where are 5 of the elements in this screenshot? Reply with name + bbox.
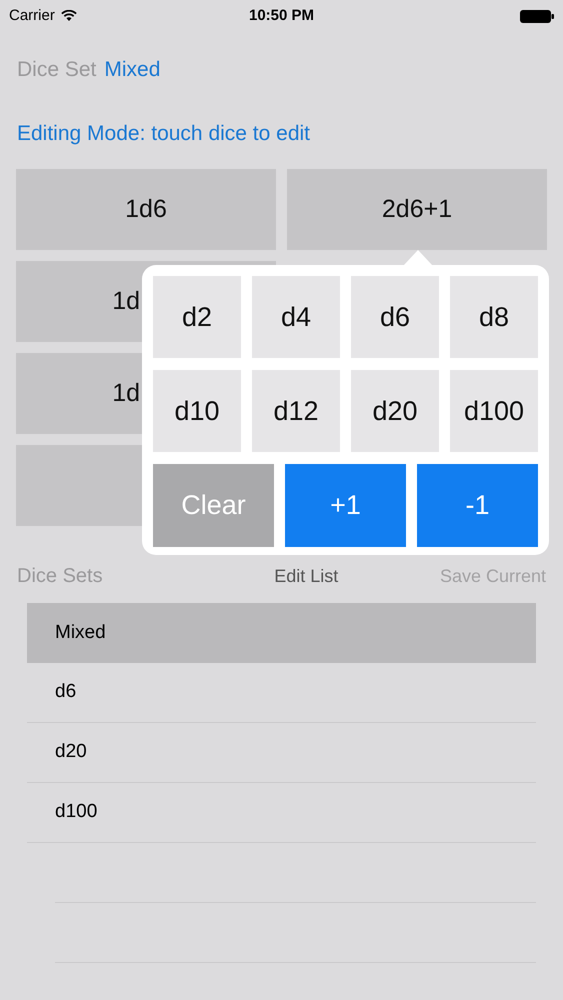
- section-title: Dice Sets: [17, 564, 103, 589]
- dice-set-label: Dice Set: [17, 57, 96, 83]
- clock-time: 10:50 PM: [248, 6, 314, 26]
- carrier-label: Carrier: [9, 6, 55, 26]
- mode-hint: Editing Mode: touch dice to edit: [17, 122, 310, 144]
